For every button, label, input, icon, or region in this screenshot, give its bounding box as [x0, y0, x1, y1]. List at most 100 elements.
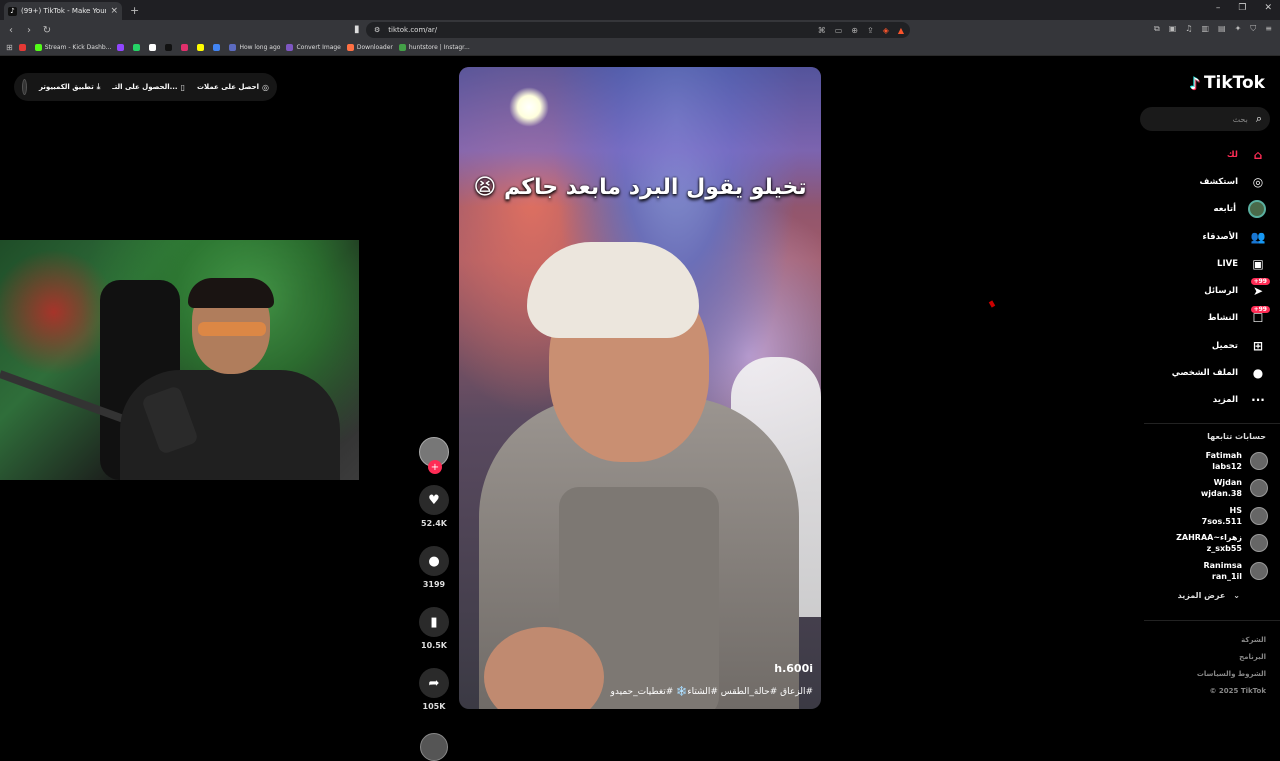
leo-icon[interactable]: ✦: [1235, 24, 1242, 34]
brave-shield-icon[interactable]: ◈: [883, 26, 889, 35]
upload-icon: ⊞: [1252, 338, 1264, 353]
comment-icon: ●: [428, 553, 440, 569]
desktop-app-button[interactable]: تطبيق الكمبيوتر ⤓: [39, 82, 100, 92]
translate-icon[interactable]: ⌘: [818, 26, 826, 35]
video-description[interactable]: #الزعاق #حالة_الطقس #الشتاء❄️ #تغطيات_حم…: [611, 687, 813, 697]
bookmark-icon[interactable]: ▮: [354, 24, 360, 35]
menu-icon[interactable]: ≡: [1265, 24, 1272, 34]
bookmark-favicon-icon: [229, 44, 237, 51]
browser-tab[interactable]: ♪ (99+) TikTok - Make Your Day ×: [4, 2, 122, 20]
url-text: tiktok.com/ar/: [388, 26, 438, 34]
bookmark-item[interactable]: [149, 44, 159, 51]
comment-button[interactable]: ●: [419, 546, 449, 576]
phone-icon: ▯: [180, 82, 185, 92]
save-button[interactable]: ▮: [419, 607, 449, 637]
following-item[interactable]: HS 7sos.511: [1128, 502, 1268, 530]
extensions-area: ⧉ ▣ ♫ ▥ ▤ ✦ ⛉ ≡: [1154, 24, 1272, 34]
bookmark-item[interactable]: [165, 44, 175, 51]
bookmark-favicon-icon: [133, 44, 141, 51]
avatar: [1250, 451, 1268, 470]
sidebar-item[interactable]: الرسائل ➤ +99: [1126, 277, 1270, 304]
bookmark-item[interactable]: huntstore | Instagr...: [398, 44, 470, 51]
site-info-icon[interactable]: ⚙: [374, 26, 380, 34]
share-count: 105K: [422, 702, 446, 711]
footer-link[interactable]: البرنامج: [1197, 649, 1266, 666]
cast-icon[interactable]: ▭: [835, 26, 843, 35]
heart-icon: ♥: [428, 492, 440, 508]
brave-rewards-icon[interactable]: ▲: [898, 26, 904, 35]
bookmark-item[interactable]: How long ago: [229, 44, 280, 51]
tiktok-page: تطبيق الكمبيوتر ⤓ الحصول على التـ... ▯ ا…: [0, 57, 1280, 761]
search-icon[interactable]: ⌕: [1256, 112, 1262, 126]
download-icon: ⤓: [96, 82, 101, 91]
share-icon[interactable]: ⇪: [867, 26, 874, 35]
bookmark-favicon-icon: [213, 44, 221, 51]
get-app-button[interactable]: الحصول على التـ... ▯: [112, 83, 185, 92]
bookmark-favicon-icon: [181, 44, 189, 51]
sidebar-item[interactable]: تحميل ⊞: [1126, 332, 1266, 359]
sidebar-item[interactable]: استكشف ◎: [1126, 168, 1266, 195]
new-tab-button[interactable]: +: [130, 4, 139, 17]
creator-avatar[interactable]: +: [419, 437, 449, 474]
browser-tabbar: ♪ (99+) TikTok - Make Your Day × + – ❐ ✕: [0, 0, 1280, 20]
video-player[interactable]: تخيلو يقول البرد مابعد جاكم 😫 h.600i #ال…: [459, 67, 821, 709]
see-more-button[interactable]: عرض المزيد ⌄: [1178, 591, 1240, 600]
following-title: حسابات تتابعها: [1207, 432, 1266, 441]
footer-link[interactable]: الشروط والسياسات: [1197, 666, 1266, 683]
wallet-icon[interactable]: ▤: [1218, 24, 1226, 34]
follow-plus-button[interactable]: +: [428, 460, 442, 474]
user-avatar[interactable]: [22, 79, 27, 95]
extension-icon[interactable]: ⧉: [1154, 24, 1160, 34]
save-count: 10.5K: [421, 641, 447, 650]
footer-link[interactable]: الشركة: [1197, 632, 1266, 649]
sidebar-item[interactable]: النشاط ☐ +99: [1126, 305, 1270, 332]
avatar: [1250, 479, 1268, 498]
tiktok-logo[interactable]: ♪ TikTok: [1190, 73, 1265, 93]
vpn-icon[interactable]: ⛉: [1250, 24, 1256, 34]
bookmark-item[interactable]: Stream - Kick Dashb...: [34, 44, 111, 51]
sidebar-item[interactable]: لك ⌂: [1126, 141, 1266, 168]
footer-link[interactable]: © 2025 TikTok: [1197, 683, 1267, 700]
sidebar-item[interactable]: الأصدقاء 👥: [1126, 223, 1266, 250]
bookmark-item[interactable]: [117, 44, 127, 51]
bookmark-item[interactable]: [197, 44, 207, 51]
url-field[interactable]: ⚙ tiktok.com/ar/ ⌘ ▭ ⊕ ⇪ ◈ ▲: [366, 22, 910, 38]
like-button[interactable]: ♥: [419, 485, 449, 515]
following-item[interactable]: ZAHRAA~زهراء z_sxb55: [1128, 530, 1268, 558]
following-name: Ranimsa: [1203, 560, 1243, 570]
apps-icon[interactable]: ⊞: [6, 43, 13, 52]
sidebar-item[interactable]: الملف الشخصي ●: [1126, 359, 1266, 386]
media-icon[interactable]: ♫: [1185, 24, 1192, 34]
bookmark-favicon-icon: [149, 44, 157, 51]
search-input[interactable]: بحث ⌕: [1140, 107, 1270, 131]
tab-close-icon[interactable]: ×: [110, 6, 118, 16]
zoom-icon[interactable]: ⊕: [851, 26, 858, 35]
bookmark-item[interactable]: [181, 44, 191, 51]
bookmark-item[interactable]: [213, 44, 223, 51]
profile-icon: ●: [1252, 366, 1264, 381]
bookmark-item[interactable]: Convert Image: [286, 44, 341, 51]
sidebar-item[interactable]: المزيد ···: [1126, 387, 1266, 414]
extension-icon[interactable]: ▣: [1169, 24, 1177, 34]
following-handle: wjdan.38: [1200, 489, 1242, 499]
sidebar-toggle-icon[interactable]: ▥: [1201, 24, 1209, 34]
following-item[interactable]: Fatimah labs12: [1128, 447, 1268, 475]
bookmark-item[interactable]: Downloader: [346, 44, 393, 51]
music-disc[interactable]: [420, 733, 448, 761]
bookmark-item[interactable]: [133, 44, 143, 51]
bookmark-favicon-icon: [398, 44, 406, 51]
get-coins-button[interactable]: احصل على عملات ◎: [197, 83, 269, 92]
following-item[interactable]: Ranimsa ran_1il: [1128, 557, 1268, 585]
share-button[interactable]: ➦: [419, 668, 449, 698]
back-icon[interactable]: ‹: [4, 25, 18, 36]
maximize-icon[interactable]: ❐: [1238, 3, 1246, 13]
video-author[interactable]: h.600i: [774, 662, 813, 675]
bookmark-item[interactable]: [18, 44, 29, 51]
forward-icon[interactable]: ›: [22, 25, 36, 36]
minimize-icon[interactable]: –: [1216, 3, 1221, 13]
following-item[interactable]: Wjdan wjdan.38: [1128, 475, 1268, 503]
close-window-icon[interactable]: ✕: [1264, 3, 1272, 13]
sidebar-item[interactable]: أتابعه: [1126, 196, 1266, 223]
sidebar-item[interactable]: LIVE ▣: [1126, 250, 1266, 277]
reload-icon[interactable]: ↻: [40, 25, 54, 36]
